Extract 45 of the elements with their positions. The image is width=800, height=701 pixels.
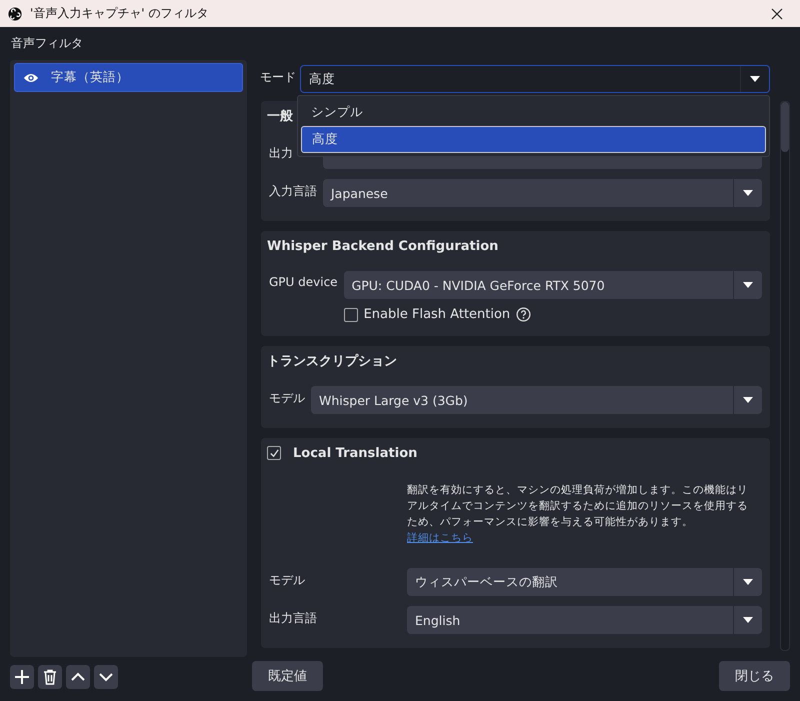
group-title: トランスクリプション	[267, 352, 397, 370]
select-field[interactable]: ウィスパーベースの翻訳	[407, 568, 762, 596]
learn-more-link[interactable]: 詳細はこちら	[407, 532, 473, 544]
close-button[interactable]: 閉じる	[719, 661, 790, 691]
dropdown-arrow-icon	[743, 397, 753, 403]
field-label: モデル	[269, 390, 305, 407]
move-up-button[interactable]	[66, 665, 90, 689]
panel-label: 音声フィルタ	[10, 35, 84, 52]
select-field[interactable]: GPU: CUDA0 - NVIDIA GeForce RTX 5070	[344, 271, 762, 299]
app-logo-icon	[8, 6, 22, 20]
dropdown-arrow-icon	[743, 579, 753, 585]
select-field[interactable]: Japanese	[323, 179, 762, 207]
field-label: 出力	[269, 145, 294, 162]
group-title: Local Translation	[293, 446, 418, 460]
dropdown-arrow-icon	[750, 76, 760, 82]
note-text: 翻訳を有効にすると、マシンの処理負荷が増加します。この機能はリアルタイムでコンテンツを翻訳するために追加のリソースを使用するため、パフォーマンスに影響を与える可能性があります。 詳細はこちら	[407, 483, 749, 546]
group-title: 一般	[267, 108, 293, 125]
dropdown-option[interactable]: シンプル	[301, 100, 766, 124]
scrollbar-thumb[interactable]	[781, 102, 789, 152]
dropdown-arrow-icon	[743, 190, 753, 196]
defaults-button[interactable]: 既定値	[252, 661, 323, 691]
checkbox-label[interactable]: Enable Flash Attention	[364, 307, 510, 322]
select-field[interactable]: English	[407, 606, 762, 634]
add-button[interactable]	[10, 665, 34, 689]
field-label: モデル	[269, 572, 306, 589]
delete-button[interactable]	[38, 665, 62, 689]
field-label: GPU device	[269, 274, 338, 289]
dropdown-arrow-icon	[743, 617, 753, 623]
dropdown-arrow-icon	[743, 282, 753, 288]
plus-icon	[14, 669, 30, 685]
group-title: Whisper Backend Configuration	[267, 238, 498, 254]
dropdown-option[interactable]: 高度	[301, 126, 766, 153]
filter-item[interactable]: 字幕（英語）	[14, 63, 243, 92]
field-label: 入力言語	[269, 183, 317, 200]
trash-icon	[42, 669, 58, 685]
eye-icon[interactable]	[23, 72, 39, 84]
window-title: '音声入力キャプチャ' のフィルタ	[30, 5, 210, 22]
mode-dropdown[interactable]: 高度	[300, 65, 770, 93]
field-label: 出力言語	[269, 610, 318, 627]
field-label: モード	[259, 69, 297, 86]
checkbox[interactable]	[267, 446, 281, 460]
checkbox[interactable]	[344, 308, 358, 322]
select-field[interactable]: Whisper Large v3 (3Gb)	[311, 386, 762, 414]
help-icon[interactable]	[516, 307, 532, 322]
move-down-button[interactable]	[94, 665, 118, 689]
